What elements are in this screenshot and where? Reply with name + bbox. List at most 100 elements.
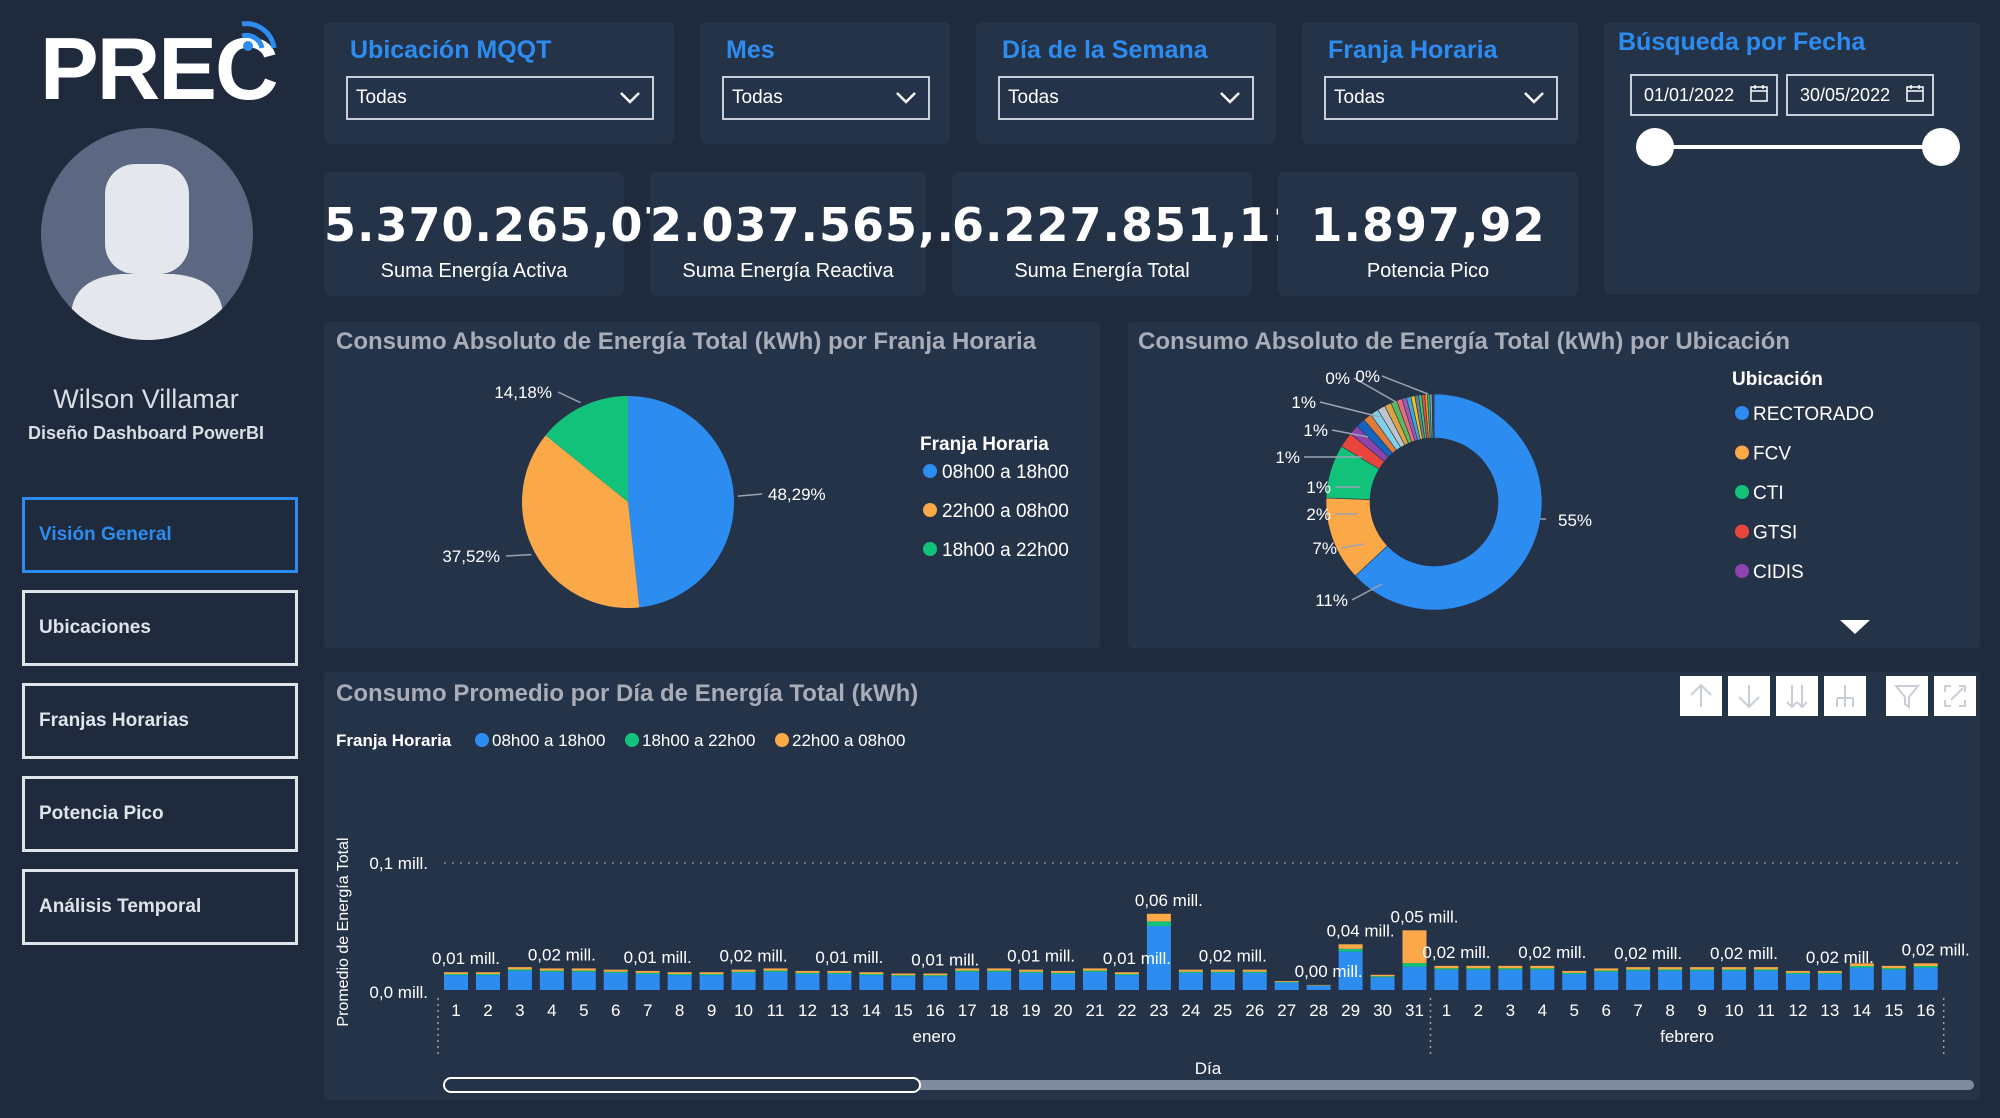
- bar-segment-22-08[interactable]: [475, 972, 500, 974]
- bar-segment-08-18[interactable]: [1530, 969, 1555, 990]
- bar-segment-22-08[interactable]: [635, 970, 660, 973]
- bar-segment-08-18[interactable]: [731, 972, 756, 990]
- bar-segment-18-22[interactable]: [1242, 971, 1267, 973]
- bar-segment-08-18[interactable]: [539, 971, 564, 990]
- bar-segment-22-08[interactable]: [1658, 967, 1683, 970]
- bar-segment-22-08[interactable]: [1466, 965, 1491, 969]
- bar-segment-08-18[interactable]: [1817, 973, 1842, 990]
- bar-segment-08-18[interactable]: [475, 975, 500, 990]
- bar-segment-22-08[interactable]: [923, 973, 948, 976]
- bar-segment-08-18[interactable]: [444, 975, 468, 990]
- bar-segment-08-18[interactable]: [507, 970, 532, 990]
- bar-segment-22-08[interactable]: [1114, 972, 1139, 974]
- bar-segment-08-18[interactable]: [1019, 972, 1044, 990]
- bar-segment-08-18[interactable]: [1210, 972, 1235, 990]
- bar-segment-08-18[interactable]: [859, 975, 884, 990]
- bar-segment-18-22[interactable]: [444, 973, 468, 976]
- bar-segment-08-18[interactable]: [1114, 975, 1139, 990]
- bar-segment-22-08[interactable]: [1817, 970, 1842, 973]
- bar-segment-18-22[interactable]: [635, 972, 660, 974]
- filter-franja-select[interactable]: Todas: [1324, 76, 1558, 120]
- bar-segment-22-08[interactable]: [1785, 970, 1810, 973]
- bar-segment-18-22[interactable]: [1817, 972, 1842, 974]
- bar-segment-08-18[interactable]: [1498, 969, 1523, 990]
- bar-segment-18-22[interactable]: [827, 972, 852, 974]
- bar-segment-08-18[interactable]: [955, 971, 980, 990]
- legend-scroll-down-icon[interactable]: [1840, 620, 1870, 634]
- bar-segment-18-22[interactable]: [1019, 971, 1044, 973]
- bar-segment-22-08[interactable]: [1690, 967, 1715, 970]
- donut-legend-item[interactable]: RECTORADO: [1753, 404, 1874, 425]
- bar-segment-08-18[interactable]: [1690, 970, 1715, 990]
- bar-segment-18-22[interactable]: [1594, 970, 1619, 972]
- bar-segment-18-22[interactable]: [1658, 969, 1683, 971]
- nav-ubicaciones[interactable]: Ubicaciones: [22, 590, 298, 666]
- bar-segment-22-08[interactable]: [1434, 965, 1459, 969]
- donut-legend-item[interactable]: FCV: [1753, 444, 1791, 465]
- bar-segment-18-22[interactable]: [1626, 969, 1651, 971]
- bar-segment-22-08[interactable]: [1562, 970, 1587, 973]
- bar-segment-22-08[interactable]: [667, 972, 692, 974]
- bar-segment-08-18[interactable]: [1466, 969, 1491, 990]
- bar-segment-08-18[interactable]: [1274, 982, 1299, 990]
- donut-legend-item[interactable]: GTSI: [1753, 523, 1797, 544]
- bar-segment-08-18[interactable]: [987, 971, 1012, 990]
- bar-segment-08-18[interactable]: [827, 973, 852, 990]
- bar-segment-18-22[interactable]: [1466, 968, 1491, 970]
- bar-segment-08-18[interactable]: [603, 972, 628, 990]
- bar-segment-22-08[interactable]: [1753, 967, 1778, 970]
- bar-segment-08-18[interactable]: [1051, 973, 1076, 990]
- bar-segment-08-18[interactable]: [795, 973, 820, 990]
- bar-segment-08-18[interactable]: [1913, 967, 1938, 990]
- bar-segment-18-22[interactable]: [1690, 969, 1715, 971]
- bar-segment-22-08[interactable]: [1210, 969, 1235, 972]
- bar-segment-08-18[interactable]: [667, 975, 692, 990]
- bar-segment-18-22[interactable]: [1370, 976, 1395, 978]
- bar-segment-22-08[interactable]: [1626, 967, 1651, 970]
- pie-legend-item[interactable]: 18h00 a 22h00: [942, 540, 1069, 561]
- bar-segment-18-22[interactable]: [603, 971, 628, 973]
- bar-segment-18-22[interactable]: [539, 970, 564, 972]
- bar-segment-08-18[interactable]: [1658, 970, 1683, 990]
- bar-segment-08-18[interactable]: [763, 971, 788, 990]
- bar-segment-22-08[interactable]: [1530, 965, 1555, 969]
- bar-segment-08-18[interactable]: [1370, 977, 1395, 990]
- bar-segment-18-22[interactable]: [1338, 948, 1363, 952]
- bar-segment-22-08[interactable]: [1083, 968, 1107, 971]
- bar-segment-18-22[interactable]: [1114, 973, 1139, 976]
- bar-segment-18-22[interactable]: [859, 973, 884, 976]
- bar-segment-22-08[interactable]: [1370, 974, 1395, 977]
- bar-segment-22-08[interactable]: [507, 967, 532, 970]
- bar-segment-22-08[interactable]: [859, 972, 884, 974]
- bar-segment-18-22[interactable]: [1753, 969, 1778, 971]
- date-start-input[interactable]: 01/01/2022: [1630, 74, 1778, 116]
- bar-segment-22-08[interactable]: [731, 969, 756, 972]
- bar-segment-08-18[interactable]: [1594, 971, 1619, 990]
- bar-segment-22-08[interactable]: [1274, 981, 1299, 982]
- bar-segment-08-18[interactable]: [1849, 967, 1874, 990]
- bar-segment-18-22[interactable]: [1146, 921, 1171, 926]
- bar-segment-18-22[interactable]: [1051, 972, 1076, 974]
- bar-segment-22-08[interactable]: [1913, 963, 1938, 966]
- bar-segment-22-08[interactable]: [1338, 944, 1363, 949]
- bar-segment-08-18[interactable]: [571, 971, 596, 990]
- scrollbar-thumb[interactable]: [443, 1077, 921, 1093]
- pie-legend-item[interactable]: 22h00 a 08h00: [942, 501, 1069, 522]
- bar-segment-08-18[interactable]: [1242, 972, 1267, 990]
- donut-legend-item[interactable]: CTI: [1753, 483, 1784, 504]
- pie-legend-item[interactable]: 08h00 a 18h00: [942, 462, 1069, 483]
- bar-segment-08-18[interactable]: [699, 975, 724, 990]
- bar-segment-08-18[interactable]: [1785, 973, 1810, 990]
- bar-segment-22-08[interactable]: [1594, 968, 1619, 971]
- date-range-slider-start-handle[interactable]: [1636, 128, 1674, 166]
- filter-mes-select[interactable]: Todas: [722, 76, 930, 120]
- nav-vision-general[interactable]: Visión General: [22, 497, 298, 573]
- bar-segment-18-22[interactable]: [1722, 969, 1746, 971]
- bar-segment-22-08[interactable]: [1722, 967, 1746, 970]
- bar-segment-18-22[interactable]: [507, 969, 532, 971]
- bar-segment-18-22[interactable]: [763, 970, 788, 972]
- bar-segment-18-22[interactable]: [1913, 965, 1938, 968]
- date-range-slider-track[interactable]: [1654, 145, 1944, 149]
- bar-segment-18-22[interactable]: [1083, 970, 1107, 972]
- calendar-icon[interactable]: [1906, 84, 1924, 102]
